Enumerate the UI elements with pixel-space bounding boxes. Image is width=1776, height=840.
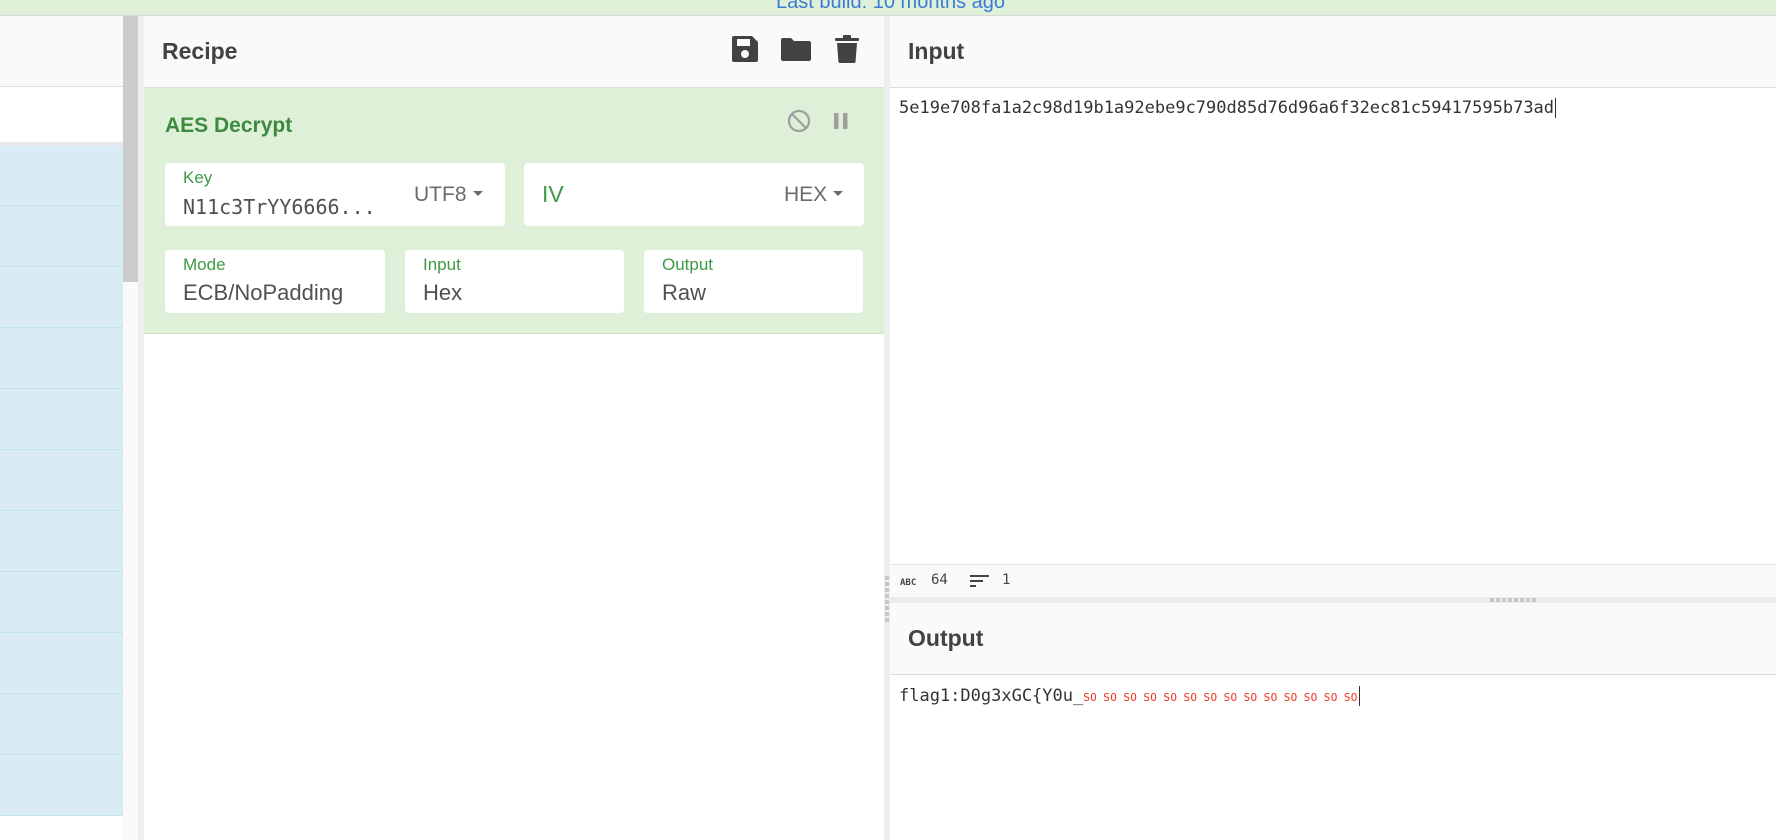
input-format-select[interactable]: Hex [423,280,462,306]
cyberchef-app: Last build: 10 months ago Recipe AES Dec… [0,0,1776,840]
resize-grip-dot [1490,598,1494,602]
control-char-so: SO [1103,691,1118,704]
control-char-so: SO [1263,691,1278,704]
save-icon[interactable] [730,34,760,64]
operations-panel [0,16,123,840]
key-input[interactable]: N11c3TrYY6666... [183,195,376,219]
recipe-header: Recipe [144,16,884,88]
folder-icon[interactable] [780,34,811,64]
control-char-so: SO [1163,691,1178,704]
chevron-down-icon [472,190,483,196]
operations-list [0,145,123,816]
output-format-field[interactable]: Output Raw [644,250,863,313]
resize-grip-dot [1526,598,1530,602]
input-format-label: Input [423,255,461,274]
operation-list-item[interactable] [0,267,123,328]
pause-icon[interactable] [833,112,849,135]
resize-grip-dot [1502,598,1506,602]
iv-label: IV [542,181,564,207]
input-title: Input [908,38,965,64]
input-format-field[interactable]: Input Hex [405,250,624,313]
control-char-so: SO [1123,691,1138,704]
resize-grip-dot [885,588,889,592]
operation-list-item[interactable] [0,328,123,389]
disable-icon[interactable] [787,109,811,138]
operations-scrollbar[interactable] [123,16,138,840]
input-length: 64 [931,572,948,588]
operation-list-item[interactable] [0,145,123,206]
resize-grip-dot [885,618,889,622]
recipe-panel: Recipe AES Decrypt Key N11c3TrYY6666... … [144,16,884,840]
operations-search[interactable] [0,87,123,145]
iv-field[interactable]: IV HEX [524,163,864,226]
output-title: Output [908,625,984,651]
control-char-so: SO [1223,691,1238,704]
control-char-so: SO [1343,691,1358,704]
operation-list-item[interactable] [0,694,123,755]
svg-text:ABC: ABC [900,578,916,586]
resize-grip-dot [885,582,889,586]
input-header: Input [890,16,1776,88]
input-textarea[interactable]: 5e19e708fa1a2c98d19b1a92ebe9c790d85d76d9… [899,98,1557,118]
operation-list-item[interactable] [0,206,123,267]
abc-icon: ABC [900,574,920,590]
operation-list-item[interactable] [0,572,123,633]
resize-grip-dot [885,576,889,580]
resize-grip-dot [1532,598,1536,602]
aes-decrypt-operation[interactable]: AES Decrypt Key N11c3TrYY6666... UTF8 IV… [144,88,884,334]
operation-list-item[interactable] [0,633,123,694]
control-char-so: SO [1323,691,1338,704]
key-encoding-value: UTF8 [414,183,467,206]
input-text: 5e19e708fa1a2c98d19b1a92ebe9c790d85d76d9… [899,98,1555,118]
output-textarea[interactable]: flag1:D0g3xGC{Y0u_SO SO SO SO SO SO SO SO SO SO SO… [899,686,1360,706]
resize-grip-dot [1508,598,1512,602]
input-status-bar: ABC 64 1 [890,564,1776,597]
control-char-so: SO [1203,691,1218,704]
operations-header [0,16,123,87]
trash-icon[interactable] [834,34,864,64]
operation-title: AES Decrypt [165,114,293,137]
operation-list-item[interactable] [0,450,123,511]
output-format-label: Output [662,255,714,274]
control-char-so: SO [1183,691,1198,704]
control-char-so: SO [1303,691,1318,704]
input-lines: 1 [1002,572,1011,588]
recipe-title: Recipe [162,38,238,64]
resize-grip-dot [885,612,889,616]
build-banner: Last build: 10 months ago [0,0,1776,16]
mode-select[interactable]: ECB/NoPadding [183,280,343,306]
output-text: flag1:D0g3xGC{Y0u_ [899,686,1084,706]
key-encoding-dropdown[interactable]: UTF8 [414,183,483,207]
iv-encoding-value: HEX [784,183,828,206]
lines-icon [970,574,990,592]
iv-encoding-dropdown[interactable]: HEX [784,183,844,207]
output-format-select[interactable]: Raw [662,280,706,306]
resize-grip-dot [1520,598,1524,602]
mode-label: Mode [183,255,226,274]
resize-grip-dot [1514,598,1518,602]
operation-list-item[interactable] [0,389,123,450]
text-cursor [1555,98,1557,118]
resize-grip-dot [885,594,889,598]
resize-grip-dot [1496,598,1500,602]
resize-grip-dot [885,606,889,610]
operation-list-item[interactable] [0,755,123,816]
mode-field[interactable]: Mode ECB/NoPadding [165,250,385,313]
key-field[interactable]: Key N11c3TrYY6666... UTF8 [165,163,505,226]
scrollbar-thumb[interactable] [123,16,138,282]
operation-list-item[interactable] [0,511,123,572]
build-banner-text[interactable]: Last build: 10 months ago [776,0,1005,14]
resize-grip-dot [885,600,889,604]
io-panel: Input 5e19e708fa1a2c98d19b1a92ebe9c790d8… [890,16,1776,840]
control-char-so: SO [1243,691,1258,704]
control-char-so: SO [1083,691,1098,704]
control-char-so: SO [1283,691,1298,704]
text-cursor [1358,686,1360,706]
chevron-down-icon [833,190,844,196]
output-header: Output [890,603,1776,675]
control-char-so: SO [1143,691,1158,704]
key-label: Key [183,168,213,187]
control-characters: SO SO SO SO SO SO SO SO SO SO SO SO SO SO [1083,686,1357,706]
